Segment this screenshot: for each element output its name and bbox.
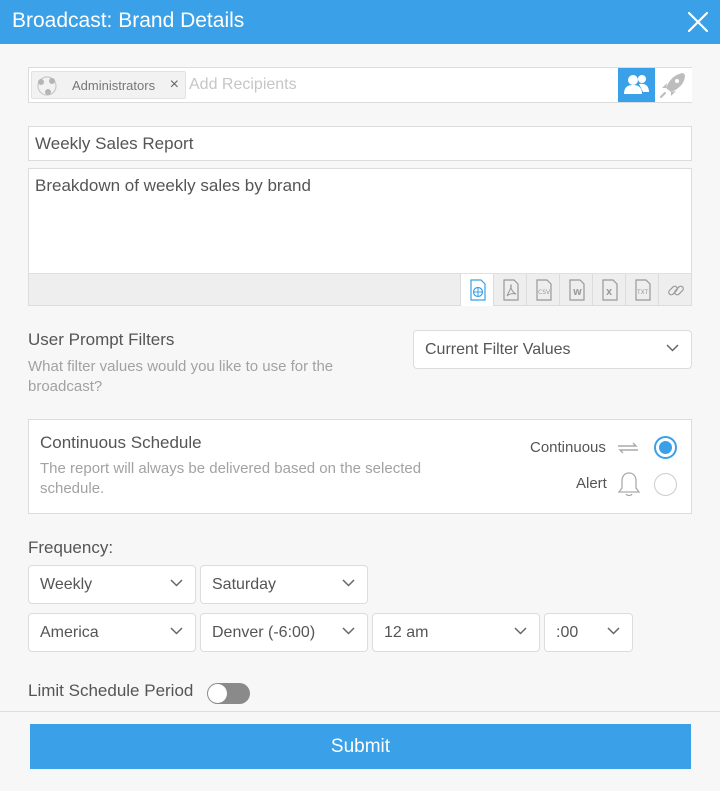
word-icon-label: W — [573, 288, 582, 297]
excel-icon: X — [602, 279, 618, 301]
frequency-label: Frequency: — [28, 538, 114, 557]
web-page-icon — [470, 279, 486, 301]
format-pdf-button[interactable] — [493, 274, 526, 306]
continuous-label: Continuous — [530, 439, 606, 456]
format-toolbar: CSV W X TXT — [29, 273, 691, 306]
format-web-button[interactable] — [460, 274, 493, 306]
hour-select[interactable]: 12 am — [372, 613, 540, 652]
bell-icon — [617, 472, 641, 497]
rocket-icon — [660, 73, 685, 98]
day-select[interactable]: Saturday — [200, 565, 368, 604]
interval-value: Weekly — [40, 576, 93, 593]
close-icon[interactable] — [686, 10, 710, 34]
pdf-icon — [503, 279, 519, 301]
limit-schedule-toggle[interactable] — [207, 683, 250, 704]
description-field[interactable]: Breakdown of weekly sales by brand CSV W… — [28, 168, 692, 306]
filters-title: User Prompt Filters — [28, 330, 175, 349]
day-value: Saturday — [212, 576, 277, 593]
schedule-title: Continuous Schedule — [40, 433, 202, 452]
timezone-select[interactable]: Denver (-6:00) — [200, 613, 368, 652]
footer: Submit — [0, 711, 720, 791]
csv-icon: CSV — [536, 279, 552, 301]
txt-icon: TXT — [635, 279, 651, 301]
toggle-knob — [208, 684, 227, 703]
user-list-button[interactable] — [618, 68, 655, 102]
filter-values-value: Current Filter Values — [425, 341, 571, 358]
chevron-down-icon — [514, 627, 527, 635]
schedule-panel: Continuous Schedule The report will alwa… — [28, 419, 692, 514]
recipient-chip-label: Administrators — [72, 78, 156, 93]
recipients-field[interactable]: Administrators × — [28, 67, 692, 103]
filters-subtitle-line1: What filter values would you like to use… — [28, 358, 334, 375]
description-text: Breakdown of weekly sales by brand — [35, 176, 311, 195]
filters-subtitle-line2: broadcast? — [28, 378, 103, 395]
alert-radio[interactable] — [654, 473, 677, 496]
word-doc-icon: W — [569, 279, 585, 301]
timezone-value: Denver (-6:00) — [212, 624, 316, 641]
excel-icon-label: X — [606, 288, 613, 297]
format-excel-button[interactable]: X — [592, 274, 625, 306]
interval-select[interactable]: Weekly — [28, 565, 196, 604]
continuous-radio[interactable] — [654, 436, 677, 459]
link-icon — [668, 285, 684, 296]
repeat-icon — [618, 442, 638, 454]
schedule-subtitle-line1: The report will always be delivered base… — [40, 460, 422, 477]
filter-values-select[interactable]: Current Filter Values — [413, 330, 692, 369]
window-title: Broadcast: Brand Details — [12, 9, 245, 32]
chevron-down-icon — [170, 627, 183, 635]
chevron-down-icon — [342, 627, 355, 635]
report-title-input[interactable] — [28, 126, 692, 161]
schedule-subtitle-line2: schedule. — [40, 480, 105, 497]
chevron-down-icon — [666, 344, 679, 352]
recipient-chip: Administrators × — [31, 71, 186, 99]
format-link-button[interactable] — [658, 274, 691, 306]
chevron-down-icon — [342, 579, 355, 587]
alert-label: Alert — [576, 475, 607, 492]
txt-icon-label: TXT — [636, 289, 649, 296]
format-csv-button[interactable]: CSV — [526, 274, 559, 306]
title-bar: Broadcast: Brand Details — [0, 0, 720, 44]
chevron-down-icon — [607, 627, 620, 635]
users-icon — [624, 75, 649, 94]
group-icon — [37, 76, 57, 96]
hour-value: 12 am — [384, 624, 429, 641]
launch-button[interactable] — [655, 68, 692, 102]
remove-recipient-button[interactable]: × — [170, 76, 179, 94]
format-txt-button[interactable]: TXT — [625, 274, 658, 306]
minute-select[interactable]: :00 — [544, 613, 633, 652]
add-recipients-input[interactable] — [189, 73, 609, 97]
submit-button[interactable]: Submit — [30, 724, 691, 769]
region-value: America — [40, 624, 99, 641]
minute-value: :00 — [556, 624, 579, 641]
limit-schedule-label: Limit Schedule Period — [28, 681, 194, 700]
csv-icon-label: CSV — [538, 289, 551, 296]
format-word-button[interactable]: W — [559, 274, 592, 306]
region-select[interactable]: America — [28, 613, 196, 652]
chevron-down-icon — [170, 579, 183, 587]
